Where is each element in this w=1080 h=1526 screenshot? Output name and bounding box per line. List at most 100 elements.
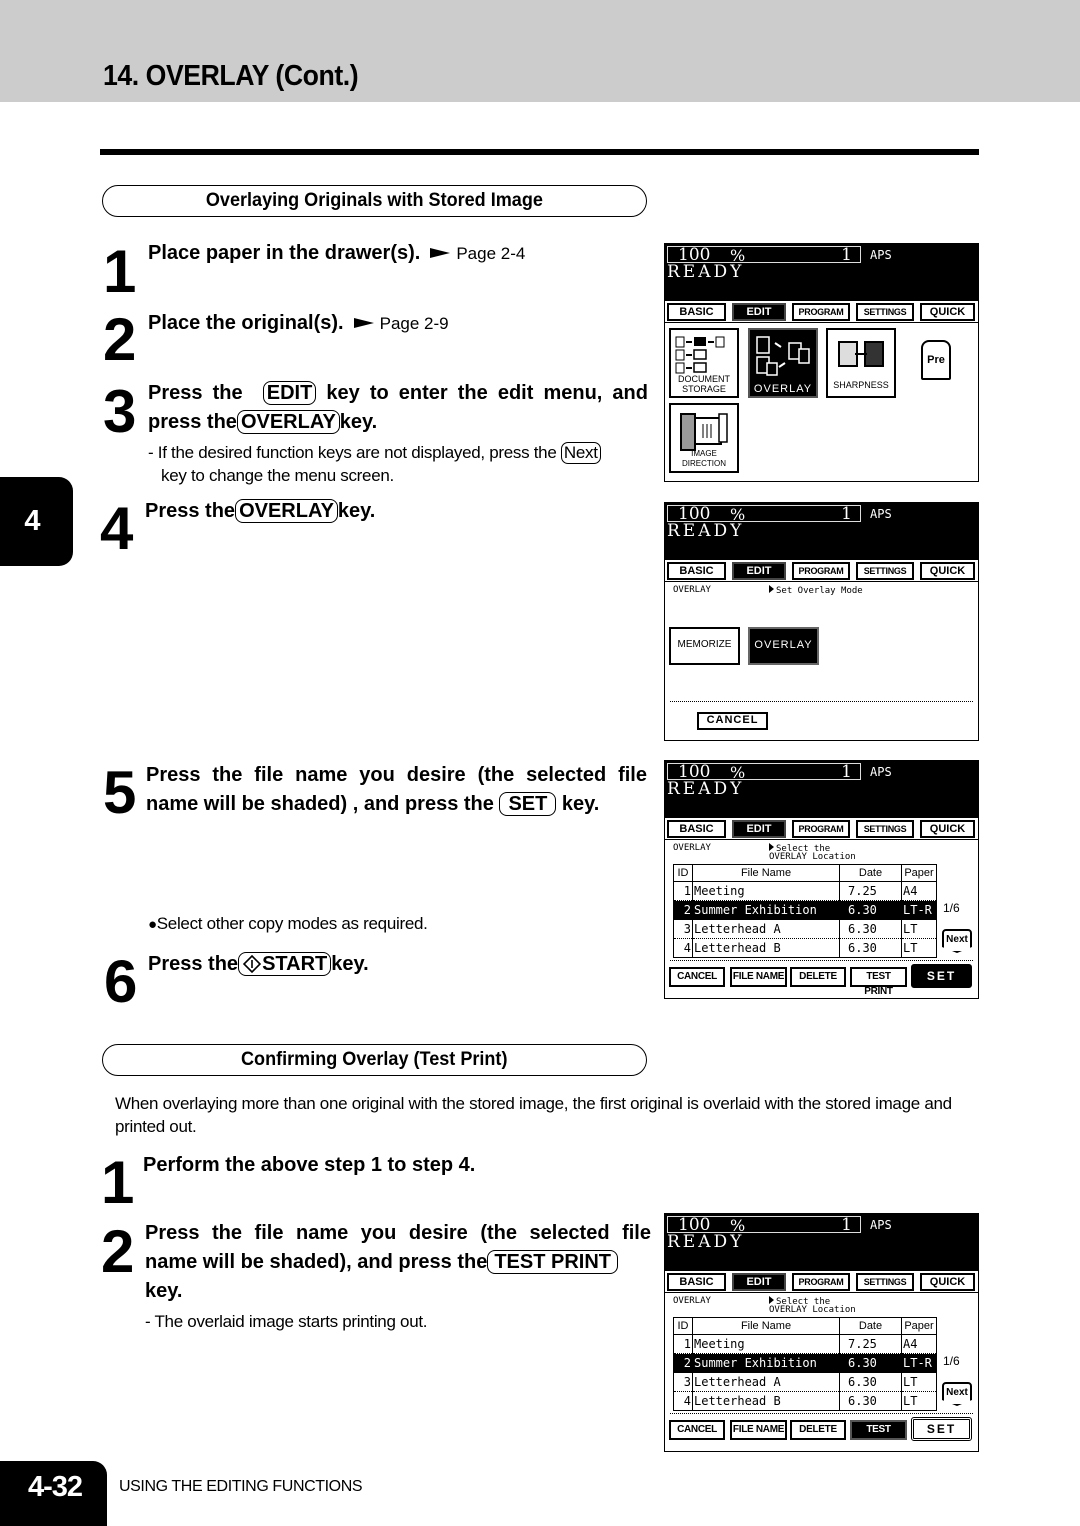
cancel-button[interactable]: CANCEL	[697, 712, 768, 730]
file-row[interactable]: 1 Meeting 7.25 A4	[673, 881, 937, 901]
arrow-right-icon	[353, 317, 374, 328]
step-3-note: - If the desired function keys are not d…	[148, 441, 658, 487]
page-number: 4-32	[0, 1461, 107, 1526]
status-ready: READY	[667, 262, 745, 282]
overlay-mode-button[interactable]: OVERLAY	[748, 627, 819, 665]
file-paper: A4	[901, 881, 937, 901]
sharpness-button[interactable]: SHARPNESS	[826, 328, 896, 398]
tab-settings[interactable]: SETTINGS	[856, 562, 914, 580]
cancel-button[interactable]: CANCEL	[669, 967, 725, 987]
file-id: 3	[673, 919, 693, 939]
file-name: Letterhead B	[692, 938, 840, 958]
column-id: ID	[673, 1317, 693, 1335]
tab-basic[interactable]: BASIC	[667, 303, 726, 321]
tab-edit[interactable]: EDIT	[732, 562, 786, 580]
status-ready: READY	[667, 1232, 745, 1252]
tab-quick[interactable]: QUICK	[920, 303, 975, 321]
memorize-button[interactable]: MEMORIZE	[669, 627, 740, 665]
file-paper: LT	[901, 1391, 937, 1411]
page-ref-link[interactable]: Page 2-4	[456, 244, 525, 263]
file-id: 4	[673, 938, 693, 958]
step-5-text: Press the file name you desire (the sele…	[146, 764, 647, 816]
file-row[interactable]: 2 Summer Exhibition 6.30 LT-R	[673, 1353, 937, 1373]
copy-count: 1	[841, 762, 852, 782]
step-4-text: Press the OVERLAY key.	[145, 499, 376, 523]
tab-edit[interactable]: EDIT	[732, 1273, 786, 1291]
section-heading-confirming: Confirming Overlay (Test Print)	[102, 1044, 647, 1076]
tab-settings[interactable]: SETTINGS	[856, 1273, 914, 1291]
file-id: 3	[673, 1372, 693, 1392]
file-name: Meeting	[692, 1334, 840, 1354]
tab-basic[interactable]: BASIC	[667, 1273, 726, 1291]
image-direction-icon	[680, 413, 728, 451]
image-direction-button[interactable]: IMAGE DIRECTION	[669, 403, 739, 473]
tab-edit[interactable]: EDIT	[732, 303, 786, 321]
page-indicator: 1/6	[943, 1354, 960, 1368]
tab-program[interactable]: PROGRAM	[792, 820, 850, 838]
page-title: 14. OVERLAY (Cont.)	[103, 60, 359, 92]
overlay-button[interactable]: OVERLAY	[748, 328, 818, 398]
lcd-tab-bar: BASIC EDIT PROGRAM SETTINGS QUICK	[665, 1271, 978, 1293]
overlay-key: OVERLAY	[235, 499, 338, 523]
tab-basic[interactable]: BASIC	[667, 820, 726, 838]
set-button[interactable]: SET	[911, 964, 972, 988]
file-row[interactable]: 2 Summer Exhibition 6.30 LT-R	[673, 900, 937, 920]
document-storage-button[interactable]: DOCUMENT STORAGE	[669, 328, 739, 398]
start-diamond-icon	[242, 954, 262, 974]
tab-settings[interactable]: SETTINGS	[856, 820, 914, 838]
tab-program[interactable]: PROGRAM	[792, 1273, 850, 1291]
lcd-screen-file-select-test-print: 100 % 1 APS READY BASIC EDIT PROGRAM SET…	[664, 1213, 979, 1452]
page-ref-link[interactable]: Page 2-9	[380, 314, 449, 333]
aps-indicator: APS	[870, 765, 892, 779]
delete-button[interactable]: DELETE	[790, 967, 846, 987]
cancel-button[interactable]: CANCEL	[669, 1420, 725, 1440]
pointer-icon	[769, 843, 774, 851]
aps-indicator: APS	[870, 1218, 892, 1232]
next-page-button[interactable]: Next	[942, 1382, 972, 1406]
lcd-hint: Select the OVERLAY Location	[769, 843, 856, 862]
tab-edit[interactable]: EDIT	[732, 820, 786, 838]
file-row[interactable]: 1 Meeting 7.25 A4	[673, 1334, 937, 1354]
tab-quick[interactable]: QUICK	[920, 562, 975, 580]
s2-step-1-number: 1	[101, 1149, 134, 1216]
tab-quick[interactable]: QUICK	[920, 820, 975, 838]
test-print-button[interactable]: TEST PRINT	[850, 967, 907, 997]
lcd-hint: Set Overlay Mode	[769, 585, 863, 597]
chapter-tab: 4	[0, 477, 73, 566]
file-table: ID File Name Date Paper 1 Meeting 7.25 A4 2 S…	[673, 864, 937, 958]
tab-basic[interactable]: BASIC	[667, 562, 726, 580]
lcd-counter: 100 % 1	[667, 1215, 861, 1235]
tab-program[interactable]: PROGRAM	[792, 303, 850, 321]
edit-key: EDIT	[262, 381, 317, 405]
document-storage-icon	[675, 336, 725, 374]
s2-step-2-note: - The overlaid image starts printing out…	[145, 1312, 428, 1331]
pointer-icon	[769, 1296, 774, 1304]
s2-step-2-number: 2	[101, 1218, 134, 1285]
column-date: Date	[839, 864, 902, 882]
lcd-breadcrumb: OVERLAY	[673, 843, 711, 853]
next-page-button[interactable]: Next	[942, 929, 972, 953]
tab-settings[interactable]: SETTINGS	[856, 303, 914, 321]
lcd-status-bar: 100 % 1 APS READY	[665, 761, 978, 818]
file-name-button[interactable]: FILE NAME	[730, 1420, 787, 1440]
file-paper: LT	[901, 938, 937, 958]
file-paper: A4	[901, 1334, 937, 1354]
test-print-button[interactable]: TEST PRINT	[850, 1420, 907, 1450]
next-key: Next	[560, 442, 601, 464]
status-ready: READY	[667, 779, 745, 799]
file-name: Letterhead A	[692, 919, 840, 939]
step-3-text: Press the EDIT key to enter the edit men…	[148, 381, 648, 434]
file-name-button[interactable]: FILE NAME	[730, 967, 787, 987]
file-row[interactable]: 4 Letterhead B 6.30 LT	[673, 938, 937, 958]
set-button[interactable]: SET	[911, 1417, 972, 1441]
tab-program[interactable]: PROGRAM	[792, 562, 850, 580]
file-row[interactable]: 3 Letterhead A 6.30 LT	[673, 919, 937, 939]
delete-button[interactable]: DELETE	[790, 1420, 846, 1440]
file-paper: LT	[901, 919, 937, 939]
file-date: 6.30	[839, 938, 902, 958]
tab-quick[interactable]: QUICK	[920, 1273, 975, 1291]
file-row[interactable]: 3 Letterhead A 6.30 LT	[673, 1372, 937, 1392]
pre-tab-button[interactable]: Pre	[921, 340, 951, 380]
file-row[interactable]: 4 Letterhead B 6.30 LT	[673, 1391, 937, 1411]
file-date: 7.25	[839, 881, 902, 901]
